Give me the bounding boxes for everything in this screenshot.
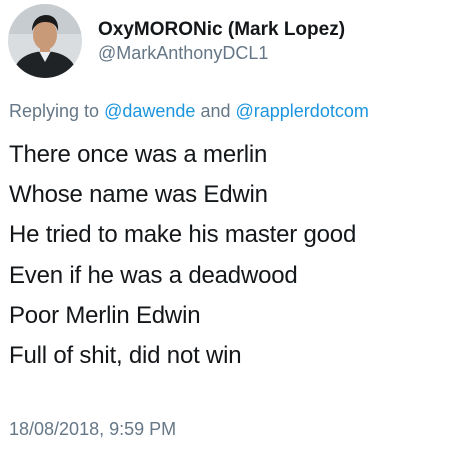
tweet-text-line: Even if he was a deadwood	[9, 261, 298, 289]
tweet-text: There once was a merlin Whose name was E…	[9, 135, 469, 376]
author-handle[interactable]: @MarkAnthonyDCL1	[98, 42, 345, 65]
mention-link-dawende[interactable]: @dawende	[104, 101, 195, 121]
tweet-header: OxyMORONic (Mark Lopez) @MarkAnthonyDCL1	[8, 3, 345, 79]
author-display-name[interactable]: OxyMORONic (Mark Lopez)	[98, 18, 345, 42]
tweet-card: OxyMORONic (Mark Lopez) @MarkAnthonyDCL1…	[0, 0, 474, 450]
tweet-text-line: Poor Merlin Edwin	[9, 301, 201, 329]
tweet-text-line: He tried to make his master good	[9, 221, 357, 249]
author-names: OxyMORONic (Mark Lopez) @MarkAnthonyDCL1	[98, 18, 345, 64]
tweet-text-line: There once was a merlin	[9, 141, 268, 168]
tweet-timestamp[interactable]: 18/08/2018, 9:59 PM	[9, 419, 176, 440]
tweet-text-line: Full of shit, did not win	[9, 342, 242, 370]
replying-to: Replying to @dawende and @rapplerdotcom	[9, 101, 369, 122]
avatar[interactable]	[8, 4, 82, 78]
mention-link-rapplerdotcom[interactable]: @rapplerdotcom	[236, 101, 369, 121]
replying-to-conjunction: and	[200, 101, 231, 121]
user-photo-icon	[8, 4, 82, 78]
replying-to-label: Replying to	[9, 101, 100, 121]
tweet-text-line: Whose name was Edwin	[9, 181, 268, 209]
